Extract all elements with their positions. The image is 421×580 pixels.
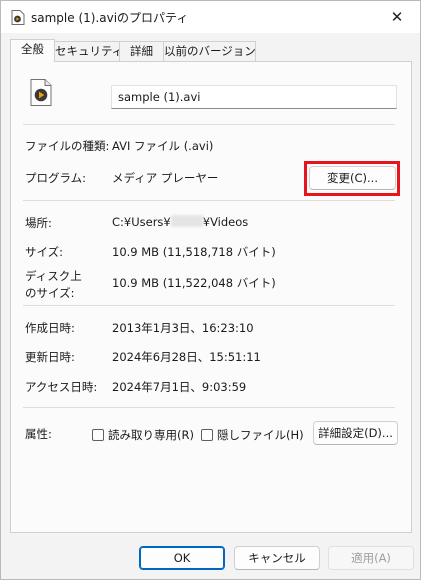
general-tab-panel: ファイルの種類: AVI ファイル (.avi) プログラム: メディア プレー… — [10, 61, 412, 533]
modified-value: 2024年6月28日、15:51:11 — [112, 350, 261, 364]
hidden-checkbox[interactable] — [201, 429, 213, 441]
file-type-label: ファイルの種類: — [25, 139, 110, 153]
tab-security[interactable]: セキュリティ — [54, 41, 123, 61]
tab-general[interactable]: 全般 — [10, 39, 55, 62]
file-type-icon — [30, 79, 52, 106]
modified-label: 更新日時: — [25, 350, 75, 364]
program-value: メディア プレーヤー — [112, 171, 219, 185]
video-file-icon — [11, 10, 25, 25]
masked-username — [170, 215, 203, 227]
readonly-checkbox-label[interactable]: 読み取り専用(R) — [108, 427, 194, 443]
accessed-label: アクセス日時: — [25, 380, 98, 394]
location-suffix: ¥Videos — [202, 215, 249, 229]
advanced-settings-button[interactable]: 詳細設定(D)... — [313, 421, 398, 445]
separator — [23, 407, 395, 408]
file-type-value: AVI ファイル (.avi) — [112, 139, 214, 153]
separator — [23, 200, 395, 201]
properties-dialog: sample (1).aviのプロパティ ✕ 全般 セキュリティ 詳細 以前のバ… — [0, 0, 421, 580]
location-prefix: C:¥Users¥ — [112, 215, 171, 229]
file-name-input[interactable] — [111, 85, 397, 109]
disk-size-value: 10.9 MB (11,522,048 バイト) — [112, 276, 276, 290]
title-bar[interactable]: sample (1).aviのプロパティ ✕ — [1, 1, 420, 33]
ok-button[interactable]: OK — [139, 546, 225, 570]
attributes-label: 属性: — [25, 427, 52, 441]
cancel-button[interactable]: キャンセル — [234, 546, 320, 570]
disk-size-label-line2: のサイズ: — [25, 286, 75, 300]
created-value: 2013年1月3日、16:23:10 — [112, 321, 254, 335]
created-label: 作成日時: — [25, 321, 75, 335]
size-label: サイズ: — [25, 245, 64, 259]
disk-size-label-line1: ディスク上 — [25, 269, 82, 283]
tab-details[interactable]: 詳細 — [119, 41, 164, 61]
window-title: sample (1).aviのプロパティ — [31, 11, 189, 25]
highlight-box — [304, 161, 400, 196]
separator — [23, 305, 395, 306]
location-label: 場所: — [25, 216, 52, 230]
size-value: 10.9 MB (11,518,718 バイト) — [112, 245, 276, 259]
hidden-checkbox-label[interactable]: 隠しファイル(H) — [217, 427, 304, 443]
apply-button[interactable]: 適用(A) — [328, 546, 414, 570]
program-label: プログラム: — [25, 171, 87, 185]
close-button[interactable]: ✕ — [374, 1, 420, 33]
close-icon: ✕ — [390, 8, 404, 26]
readonly-checkbox[interactable] — [92, 429, 104, 441]
separator — [23, 124, 395, 125]
location-value: C:¥Users¥ ¥Videos — [112, 215, 248, 229]
tab-previous-versions[interactable]: 以前のバージョン — [163, 41, 256, 61]
accessed-value: 2024年7月1日、9:03:59 — [112, 380, 247, 394]
